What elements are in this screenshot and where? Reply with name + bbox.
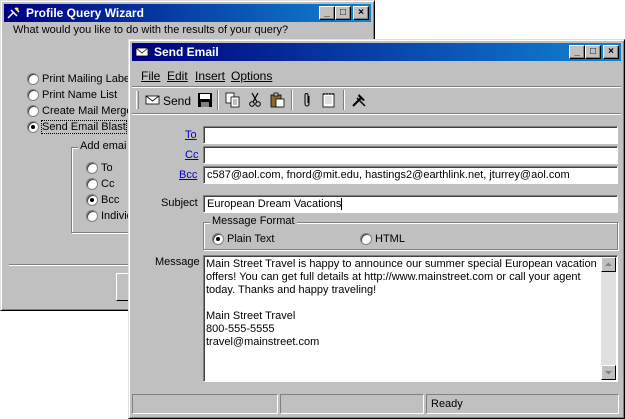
attach-icon[interactable] xyxy=(299,92,315,108)
email-titlebar[interactable]: Send Email _ □ × xyxy=(132,43,621,61)
wizard-address-label-bcc[interactable]: Bcc xyxy=(101,194,119,206)
menu-divider xyxy=(132,86,621,88)
wizard-address-label-to[interactable]: To xyxy=(101,162,113,174)
cut-icon[interactable] xyxy=(247,92,263,108)
email-close-button[interactable]: × xyxy=(603,45,619,59)
menu-insert-label: Insert xyxy=(195,69,226,83)
wizard-option-radio-1[interactable] xyxy=(27,89,39,101)
toolbar-divider xyxy=(132,113,621,115)
toolbar-grip xyxy=(136,91,139,109)
scroll-down-button[interactable] xyxy=(601,365,616,380)
wizard-address-radio-bcc[interactable] xyxy=(86,194,98,206)
send-email-window: Send Email _ □ × File Edit Insert Option… xyxy=(128,39,625,419)
wizard-option-radio-2[interactable] xyxy=(27,105,39,117)
message-format-legend: Message Format xyxy=(210,215,297,227)
email-title: Send Email xyxy=(154,45,219,59)
wizard-option-label-3[interactable]: Send Email Blast xyxy=(41,120,127,134)
message-line: Main Street Travel xyxy=(206,310,296,322)
email-minimize-button[interactable]: _ xyxy=(569,45,585,59)
bcc-field[interactable]: c587@aol.com, fnord@mit.edu, hastings2@e… xyxy=(203,166,618,184)
send-button-label: Send xyxy=(163,94,192,108)
status-cell-1 xyxy=(132,394,278,414)
to-link[interactable]: To xyxy=(185,129,197,141)
subject-label: Subject xyxy=(161,197,198,209)
tools-icon[interactable] xyxy=(351,92,367,108)
message-line: 800-555-5555 xyxy=(206,323,275,335)
scroll-up-button[interactable] xyxy=(601,257,616,272)
toolbar-separator xyxy=(217,90,219,110)
wizard-maximize-button[interactable]: □ xyxy=(335,6,351,20)
send-icon xyxy=(145,95,160,105)
menu-edit-label: Edit xyxy=(167,69,188,83)
scroll-up-arrow-icon xyxy=(605,262,612,266)
html-label[interactable]: HTML xyxy=(375,233,405,245)
copy-icon[interactable] xyxy=(225,92,241,108)
text-cursor xyxy=(341,198,343,211)
message-label: Message xyxy=(155,256,200,268)
status-bar: Ready xyxy=(132,394,621,416)
plain-text-label[interactable]: Plain Text xyxy=(227,233,275,245)
cc-link[interactable]: Cc xyxy=(185,149,198,161)
wizard-option-label-0[interactable]: Print Mailing Label xyxy=(42,73,133,85)
menu-edit[interactable]: Edit xyxy=(167,69,188,83)
scroll-down-arrow-icon xyxy=(605,371,612,375)
message-line: offers! You can get full details at http… xyxy=(206,271,581,283)
wizard-option-radio-0[interactable] xyxy=(27,73,39,85)
wizard-option-radio-3[interactable] xyxy=(27,121,39,133)
subject-field[interactable]: European Dream Vacations xyxy=(203,195,618,213)
to-field[interactable] xyxy=(203,126,618,144)
notepad-icon[interactable] xyxy=(321,92,337,108)
status-ready: Ready xyxy=(426,394,619,414)
wizard-option-label-2[interactable]: Create Mail Merge xyxy=(42,105,132,117)
send-button[interactable]: Send xyxy=(143,90,191,110)
toolbar-separator xyxy=(343,90,345,110)
wizard-app-icon xyxy=(7,7,20,19)
message-textarea[interactable]: Main Street Travel is happy to announce … xyxy=(203,255,618,382)
menu-options[interactable]: Options xyxy=(231,69,272,83)
bcc-link[interactable]: Bcc xyxy=(179,169,197,181)
cc-field[interactable] xyxy=(203,146,618,164)
message-scrollbar[interactable] xyxy=(601,257,616,380)
wizard-titlebar[interactable]: Profile Query Wizard _ □ × xyxy=(4,4,371,22)
status-cell-2 xyxy=(280,394,424,414)
html-radio[interactable] xyxy=(360,233,372,245)
wizard-address-group-label: Add emai xyxy=(78,140,129,152)
message-line: today. Thanks and happy traveling! xyxy=(206,284,377,296)
plain-text-radio[interactable] xyxy=(212,233,224,245)
toolbar-separator xyxy=(291,90,293,110)
menu-file-label: File xyxy=(141,69,161,83)
wizard-address-radio-to[interactable] xyxy=(86,162,98,174)
wizard-address-radio-cc[interactable] xyxy=(86,178,98,190)
wizard-address-label-cc[interactable]: Cc xyxy=(101,178,114,190)
message-line: Main Street Travel is happy to announce … xyxy=(206,258,597,270)
wizard-address-radio-individual[interactable] xyxy=(86,210,98,222)
subject-text: European Dream Vacations xyxy=(207,198,342,210)
envelope-icon xyxy=(135,47,149,57)
message-line: travel@mainstreet.com xyxy=(206,336,320,348)
message-line xyxy=(206,297,617,310)
menu-options-label: Options xyxy=(231,69,273,83)
wizard-divider xyxy=(9,264,129,266)
save-icon[interactable] xyxy=(197,92,213,108)
menu-file[interactable]: File xyxy=(141,69,160,83)
wizard-title: Profile Query Wizard xyxy=(26,6,144,20)
wizard-close-button[interactable]: × xyxy=(353,6,369,20)
wizard-question: What would you like to do with the resul… xyxy=(13,24,289,36)
menu-bar: File Edit Insert Options xyxy=(133,67,613,85)
toolbar: Send xyxy=(133,90,621,112)
wizard-option-label-1[interactable]: Print Name List xyxy=(42,89,117,101)
wizard-minimize-button[interactable]: _ xyxy=(319,6,335,20)
paste-icon[interactable] xyxy=(269,92,285,108)
menu-insert[interactable]: Insert xyxy=(195,69,225,83)
email-maximize-button[interactable]: □ xyxy=(585,45,601,59)
